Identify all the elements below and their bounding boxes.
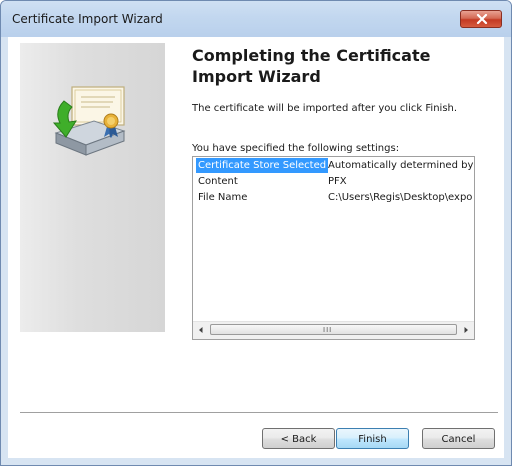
setting-name: Content	[198, 176, 238, 187]
wizard-info-text: The certificate will be imported after y…	[192, 103, 458, 114]
finish-button[interactable]: Finish	[336, 428, 409, 449]
scroll-right-icon[interactable]	[462, 326, 470, 334]
settings-row[interactable]: Certificate Store Selected Automatically…	[193, 157, 474, 173]
window-title: Certificate Import Wizard	[12, 12, 163, 26]
cancel-button[interactable]: Cancel	[422, 428, 495, 449]
title-bar[interactable]: Certificate Import Wizard	[1, 1, 511, 37]
wizard-client-area: Completing the Certificate Import Wizard…	[8, 37, 504, 458]
settings-row[interactable]: Content PFX	[193, 173, 474, 189]
scrollbar-thumb[interactable]: III	[210, 324, 457, 335]
setting-value: PFX	[328, 176, 347, 187]
settings-row[interactable]: File Name C:\Users\Regis\Desktop\expo	[193, 189, 474, 205]
wizard-heading: Completing the Certificate Import Wizard	[192, 46, 431, 86]
settings-label: You have specified the following setting…	[192, 143, 400, 154]
wizard-side-panel	[20, 43, 165, 332]
button-separator	[20, 412, 498, 414]
setting-value: Automatically determined by t	[328, 160, 474, 171]
close-button[interactable]	[460, 10, 502, 28]
setting-name: File Name	[198, 192, 248, 203]
setting-value: C:\Users\Regis\Desktop\expo	[328, 192, 473, 203]
wizard-window: Certificate Import Wizard Completing the…	[0, 0, 512, 466]
scroll-left-icon[interactable]	[197, 326, 205, 334]
scrollbar-grip: III	[323, 326, 333, 334]
setting-name: Certificate Store Selected	[196, 158, 329, 173]
certificate-import-icon	[52, 86, 126, 156]
horizontal-scrollbar[interactable]: III	[193, 321, 474, 339]
settings-listview[interactable]: Certificate Store Selected Automatically…	[192, 156, 475, 340]
back-button[interactable]: < Back	[262, 428, 335, 449]
close-icon	[476, 14, 488, 24]
